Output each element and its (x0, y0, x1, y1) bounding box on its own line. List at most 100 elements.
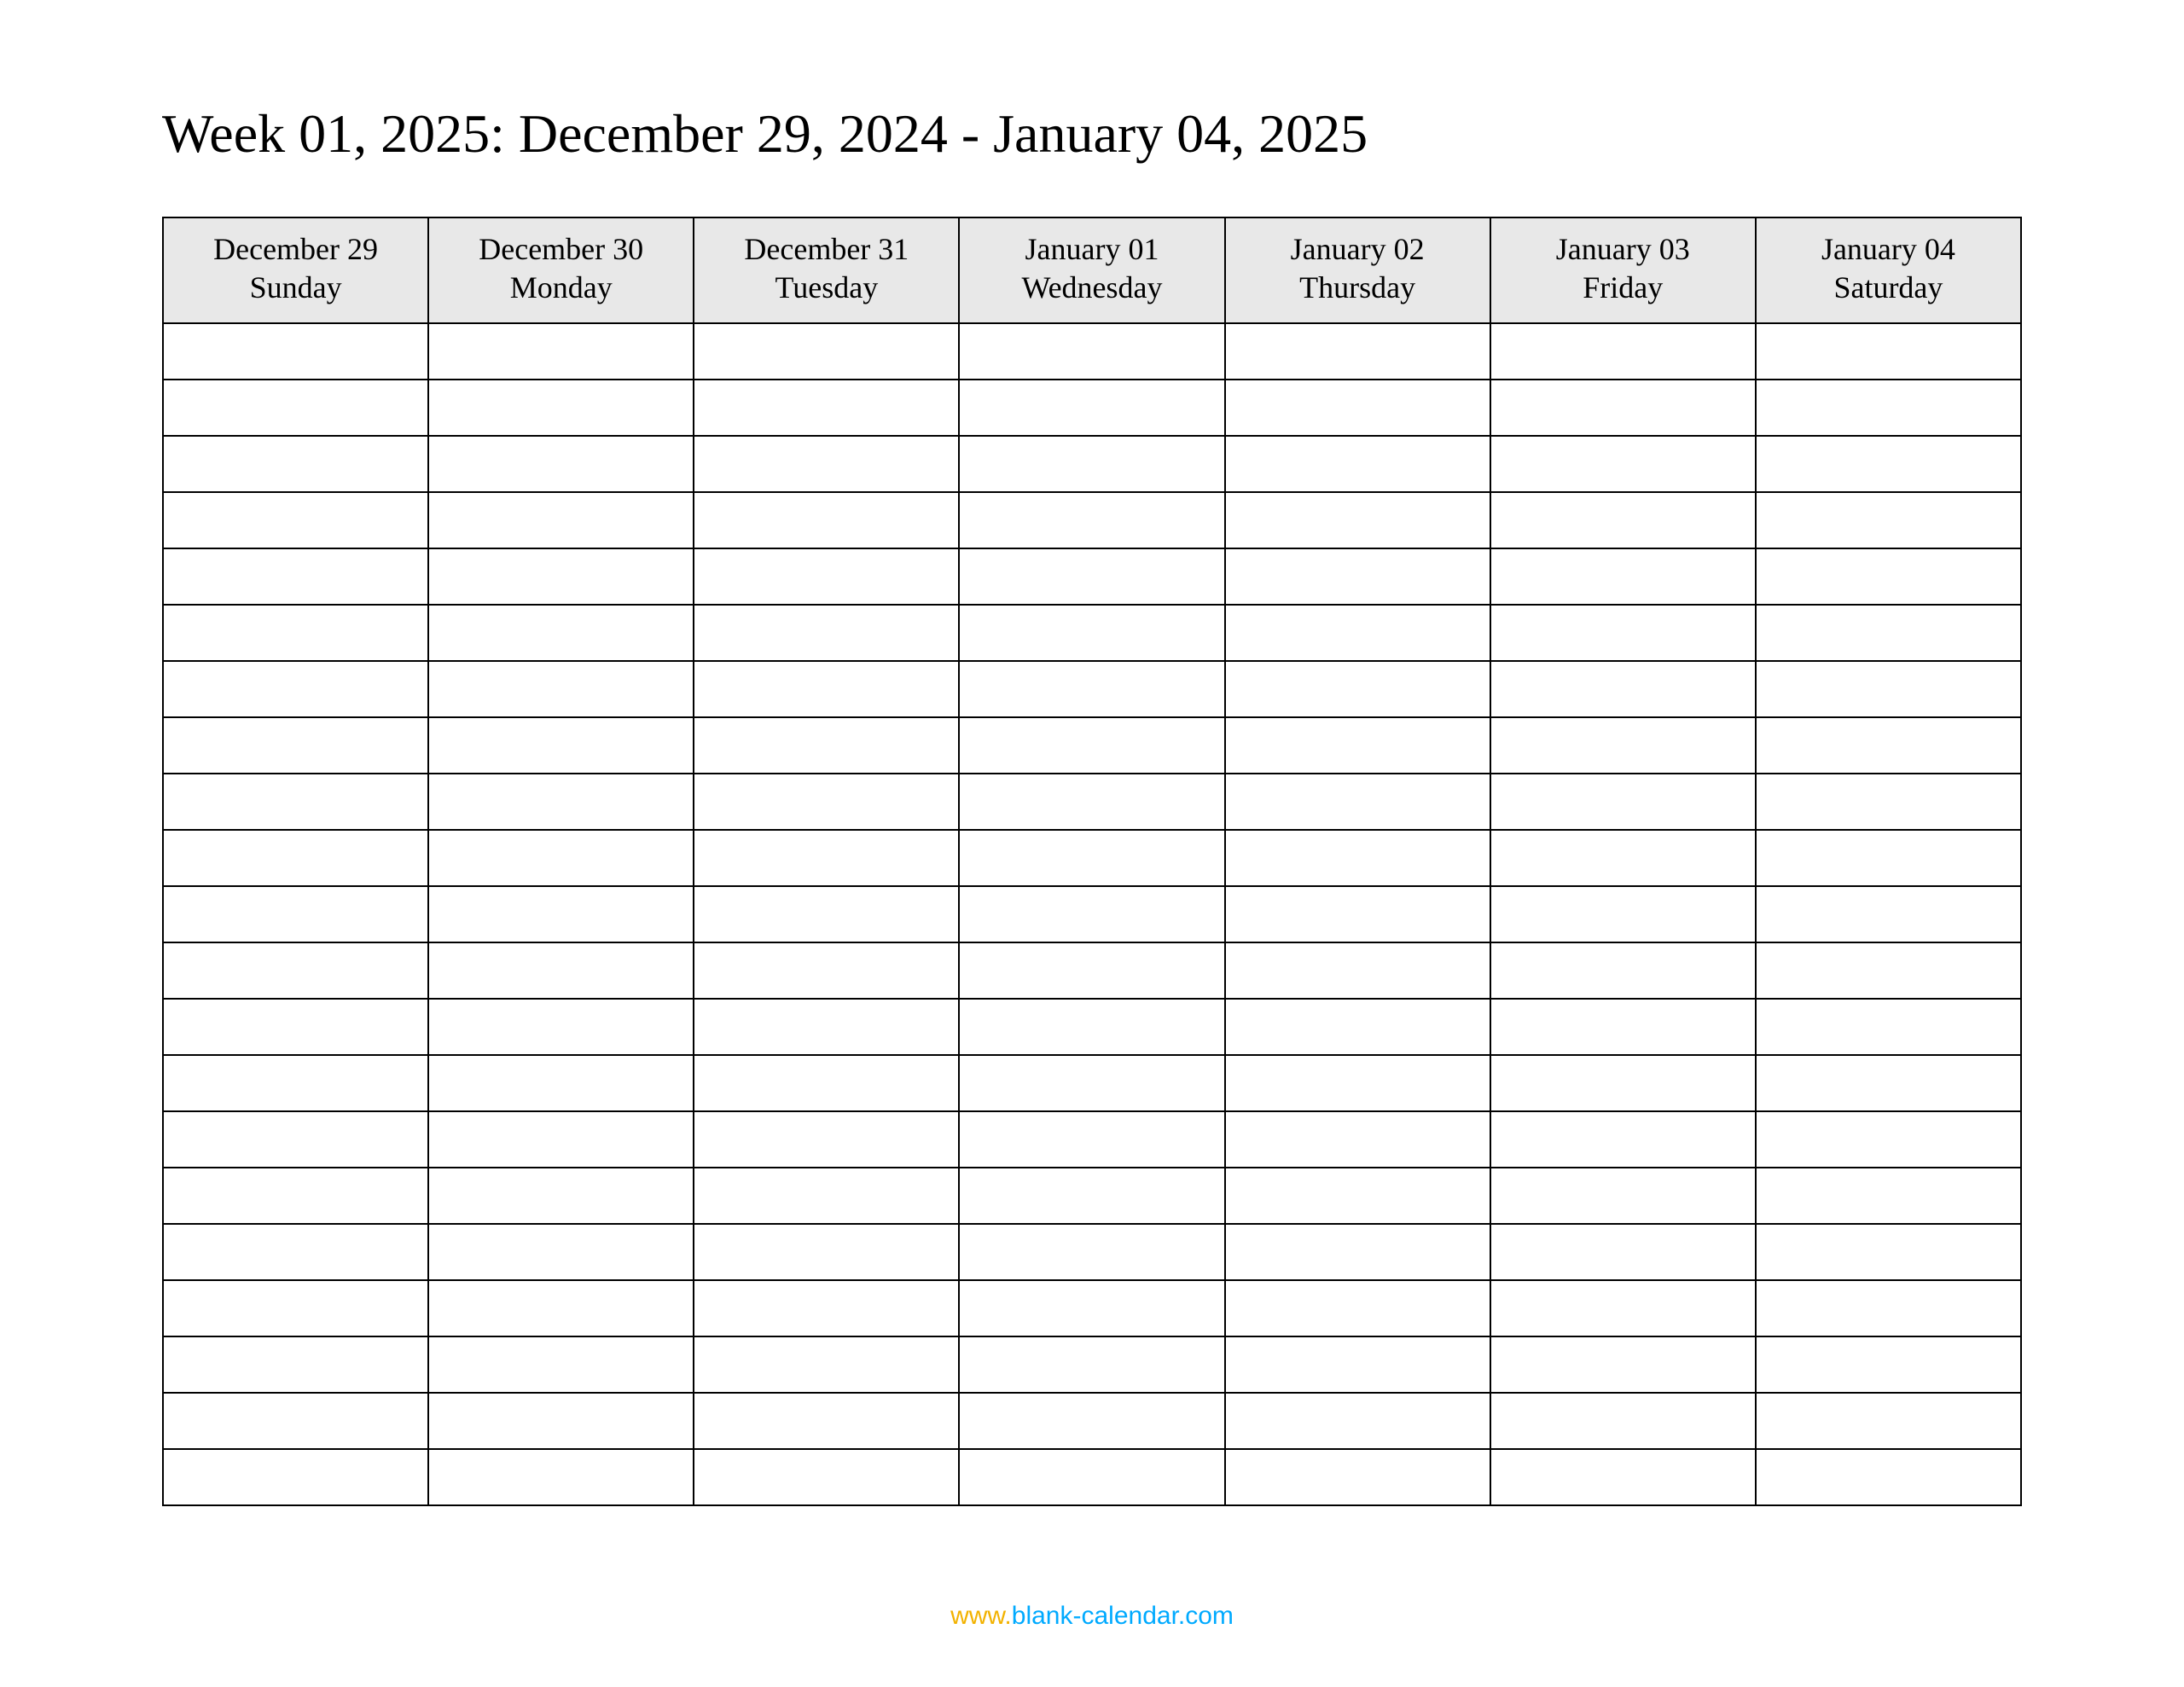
calendar-cell[interactable] (163, 999, 428, 1055)
calendar-cell[interactable] (1756, 1111, 2021, 1168)
calendar-cell[interactable] (1756, 605, 2021, 661)
calendar-cell[interactable] (1490, 436, 1756, 492)
calendar-cell[interactable] (959, 999, 1224, 1055)
calendar-cell[interactable] (1490, 1111, 1756, 1168)
calendar-cell[interactable] (1225, 492, 1490, 548)
calendar-cell[interactable] (163, 1111, 428, 1168)
calendar-cell[interactable] (1225, 717, 1490, 774)
calendar-cell[interactable] (1490, 942, 1756, 999)
calendar-cell[interactable] (1490, 605, 1756, 661)
calendar-cell[interactable] (959, 774, 1224, 830)
calendar-cell[interactable] (959, 1055, 1224, 1111)
calendar-cell[interactable] (1756, 1280, 2021, 1336)
calendar-cell[interactable] (428, 1111, 694, 1168)
calendar-cell[interactable] (428, 1280, 694, 1336)
calendar-cell[interactable] (163, 717, 428, 774)
calendar-cell[interactable] (1756, 999, 2021, 1055)
calendar-cell[interactable] (1490, 1449, 1756, 1505)
calendar-cell[interactable] (694, 380, 959, 436)
calendar-cell[interactable] (428, 1055, 694, 1111)
calendar-cell[interactable] (694, 1393, 959, 1449)
calendar-cell[interactable] (1756, 492, 2021, 548)
calendar-cell[interactable] (694, 1168, 959, 1224)
calendar-cell[interactable] (163, 1449, 428, 1505)
calendar-cell[interactable] (1756, 774, 2021, 830)
calendar-cell[interactable] (1756, 1055, 2021, 1111)
calendar-cell[interactable] (428, 605, 694, 661)
footer-link[interactable]: www.blank-calendar.com (0, 1602, 2184, 1631)
calendar-cell[interactable] (163, 492, 428, 548)
calendar-cell[interactable] (163, 661, 428, 717)
calendar-cell[interactable] (428, 492, 694, 548)
calendar-cell[interactable] (1490, 548, 1756, 605)
calendar-cell[interactable] (1225, 380, 1490, 436)
calendar-cell[interactable] (1756, 1224, 2021, 1280)
calendar-cell[interactable] (959, 661, 1224, 717)
calendar-cell[interactable] (163, 605, 428, 661)
calendar-cell[interactable] (1225, 942, 1490, 999)
calendar-cell[interactable] (1490, 1224, 1756, 1280)
calendar-cell[interactable] (428, 1168, 694, 1224)
calendar-cell[interactable] (428, 661, 694, 717)
calendar-cell[interactable] (428, 942, 694, 999)
calendar-cell[interactable] (1225, 1393, 1490, 1449)
calendar-cell[interactable] (1490, 886, 1756, 942)
calendar-cell[interactable] (1225, 661, 1490, 717)
calendar-cell[interactable] (694, 1224, 959, 1280)
calendar-cell[interactable] (428, 830, 694, 886)
calendar-cell[interactable] (959, 380, 1224, 436)
calendar-cell[interactable] (1756, 1168, 2021, 1224)
calendar-cell[interactable] (694, 886, 959, 942)
calendar-cell[interactable] (694, 492, 959, 548)
calendar-cell[interactable] (694, 942, 959, 999)
calendar-cell[interactable] (1756, 1393, 2021, 1449)
calendar-cell[interactable] (1225, 830, 1490, 886)
calendar-cell[interactable] (1225, 886, 1490, 942)
calendar-cell[interactable] (694, 774, 959, 830)
calendar-cell[interactable] (959, 1224, 1224, 1280)
calendar-cell[interactable] (1490, 999, 1756, 1055)
calendar-cell[interactable] (1756, 942, 2021, 999)
calendar-cell[interactable] (163, 380, 428, 436)
calendar-cell[interactable] (694, 1111, 959, 1168)
calendar-cell[interactable] (428, 1449, 694, 1505)
calendar-cell[interactable] (428, 1393, 694, 1449)
calendar-cell[interactable] (163, 774, 428, 830)
calendar-cell[interactable] (1756, 323, 2021, 380)
calendar-cell[interactable] (694, 605, 959, 661)
calendar-cell[interactable] (1756, 1336, 2021, 1393)
calendar-cell[interactable] (428, 999, 694, 1055)
calendar-cell[interactable] (1225, 1168, 1490, 1224)
calendar-cell[interactable] (1756, 661, 2021, 717)
calendar-cell[interactable] (1225, 1224, 1490, 1280)
calendar-cell[interactable] (428, 380, 694, 436)
calendar-cell[interactable] (694, 830, 959, 886)
calendar-cell[interactable] (1490, 380, 1756, 436)
calendar-cell[interactable] (163, 1055, 428, 1111)
calendar-cell[interactable] (1756, 1449, 2021, 1505)
calendar-cell[interactable] (694, 323, 959, 380)
calendar-cell[interactable] (428, 1336, 694, 1393)
calendar-cell[interactable] (1490, 717, 1756, 774)
calendar-cell[interactable] (694, 717, 959, 774)
calendar-cell[interactable] (959, 830, 1224, 886)
calendar-cell[interactable] (1490, 323, 1756, 380)
calendar-cell[interactable] (428, 436, 694, 492)
calendar-cell[interactable] (1490, 774, 1756, 830)
calendar-cell[interactable] (1225, 548, 1490, 605)
calendar-cell[interactable] (959, 436, 1224, 492)
calendar-cell[interactable] (1756, 436, 2021, 492)
calendar-cell[interactable] (959, 492, 1224, 548)
calendar-cell[interactable] (959, 323, 1224, 380)
calendar-cell[interactable] (1225, 605, 1490, 661)
calendar-cell[interactable] (959, 942, 1224, 999)
calendar-cell[interactable] (163, 1393, 428, 1449)
calendar-cell[interactable] (1225, 323, 1490, 380)
calendar-cell[interactable] (959, 1336, 1224, 1393)
calendar-cell[interactable] (959, 1449, 1224, 1505)
calendar-cell[interactable] (428, 323, 694, 380)
calendar-cell[interactable] (1225, 1055, 1490, 1111)
calendar-cell[interactable] (1225, 774, 1490, 830)
calendar-cell[interactable] (694, 1280, 959, 1336)
calendar-cell[interactable] (959, 717, 1224, 774)
